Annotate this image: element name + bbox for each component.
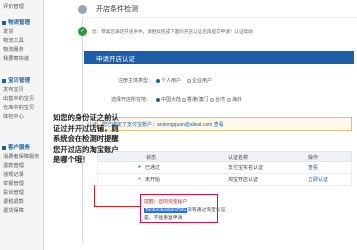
popup-line1: 提醒：您的淘宝账户 <box>144 200 188 205</box>
sidebar-item-logistics-service[interactable]: 物流服务 <box>3 46 24 53</box>
sidebar-item-complaint[interactable]: 投诉管理 <box>3 189 24 196</box>
radio-icon <box>156 78 160 83</box>
region-overseas[interactable]: 海外 <box>227 96 242 103</box>
subject-individual-label: 个人用户 <box>161 78 182 84</box>
table-row: ● 未开始 淘宝开店认证 立即认证 <box>97 174 352 186</box>
radio-icon <box>182 97 186 102</box>
popup-line2-tail: 没有通过淘宝认证 <box>187 208 226 213</box>
sidebar-group-items[interactable]: 宝贝管理 <box>2 76 30 84</box>
row-name: 淘宝开店认证 <box>228 177 259 183</box>
region-hk-mo[interactable]: 香港/澳门 <box>182 96 208 103</box>
table-row: ● 已通过 支付宝实名认证 查看 <box>97 162 352 174</box>
sidebar-group-logistics[interactable]: 物流管理 <box>2 18 30 26</box>
status-pending-icon: ● <box>138 176 142 182</box>
sidebar: 评价管理 物流管理 发货 物流工具 物流服务 我要寄快递 宝贝管理 发布宝贝 出… <box>0 0 44 250</box>
sidebar-group-service[interactable]: 客户服务 <box>2 143 30 151</box>
region-overseas-label: 海外 <box>232 97 243 103</box>
region-mainland[interactable]: 中国大陆 <box>156 96 181 103</box>
check-icon: ✓ <box>78 27 87 36</box>
sidebar-item-review[interactable]: 评价管理 <box>3 3 24 10</box>
col-action: 操作 <box>308 155 319 161</box>
row-status: 已通过 <box>145 165 161 171</box>
sidebar-item-ship[interactable]: 发货 <box>3 28 13 35</box>
sidebar-item-publish[interactable]: 发布宝贝 <box>3 86 24 93</box>
subject-company[interactable]: 企业用户 <box>187 77 212 84</box>
row-status: 未开始 <box>145 177 161 183</box>
subject-company-label: 企业用户 <box>192 78 213 84</box>
subject-label: 注册主体类型： <box>118 78 154 84</box>
sidebar-item-warehouse[interactable]: 仓库中的宝贝 <box>3 104 34 111</box>
region-label: 选择开店所在地： <box>111 97 152 103</box>
region-hk-mo-label: 香港/澳门 <box>187 97 209 103</box>
row-action[interactable]: 查看 <box>308 164 318 171</box>
sidebar-item-return[interactable]: 退货保障 <box>3 207 24 214</box>
section1-title: 开店条件检测 <box>96 6 138 13</box>
sidebar-item-logistics-tools[interactable]: 物流工具 <box>3 37 24 44</box>
popup-line2: Taobaokaidianzhifu没有通过淘宝认证 <box>144 206 225 213</box>
popup-line3: 是，不能重复申请 <box>144 216 183 221</box>
popup-account: Taobaokaidianzhifu <box>144 208 188 213</box>
sidebar-item-express[interactable]: 我要寄快递 <box>3 55 29 62</box>
table-header: 状态 认证名称 操作 <box>97 151 352 162</box>
section2-title: 申请开店认证 <box>96 56 135 63</box>
annotation-note: 如您的身份证之前认证过并开过店铺，则系统会在检测时提醒您开过店的淘宝账户是哪个哦… <box>53 113 119 164</box>
radio-icon <box>210 97 214 102</box>
auth-notice: 您已绑定了支付宝账户：andongquan@aliest.com 查看 <box>97 117 352 131</box>
row-name: 支付宝实名认证 <box>228 165 264 171</box>
radio-icon <box>156 97 160 102</box>
status-passed-icon: ● <box>138 164 142 170</box>
annotation-arrow-h <box>94 206 140 207</box>
sidebar-item-report[interactable]: 举报管理 <box>3 180 24 187</box>
sidebar-item-tax-refund[interactable]: 退税退款 <box>3 198 24 205</box>
sidebar-item-checkup[interactable]: 体检中心 <box>3 113 24 120</box>
step-marker-1 <box>78 5 87 14</box>
region-mainland-label: 中国大陆 <box>161 97 182 103</box>
col-status: 状态 <box>146 155 157 161</box>
radio-icon <box>227 97 231 102</box>
col-name: 认证名称 <box>228 155 249 161</box>
subject-individual[interactable]: 个人用户 <box>156 77 181 84</box>
row-action[interactable]: 立即认证 <box>308 176 328 183</box>
radio-icon <box>187 78 191 83</box>
annotation-arrow-v <box>94 185 95 207</box>
region-taiwan-label: 台湾 <box>215 97 226 103</box>
region-taiwan[interactable]: 台湾 <box>210 96 225 103</box>
sidebar-item-protection[interactable]: 消费者保障服务 <box>3 153 39 160</box>
section1-note: 您：恭喜您满足开店条件，请继续完成下面的开店认证后再提交申请！认证帮助 <box>92 29 253 34</box>
sidebar-item-violations[interactable]: 违规记录 <box>3 171 24 178</box>
section2-bar: 申请开店认证 <box>84 51 354 64</box>
sidebar-item-on-sale[interactable]: 出售中的宝贝 <box>3 95 34 102</box>
sidebar-item-refund[interactable]: 退款管理 <box>3 162 24 169</box>
duplicate-account-popup: 提醒：您的淘宝账户 Taobaokaidianzhifu没有通过淘宝认证 是，不… <box>140 194 225 223</box>
